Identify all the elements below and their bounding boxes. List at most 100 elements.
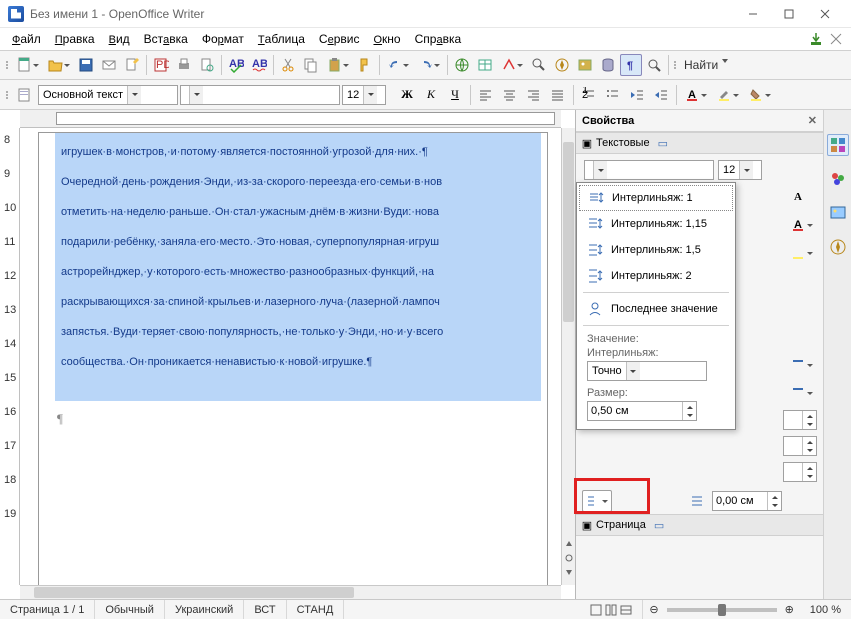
numbered-list-button[interactable]: 12 — [578, 84, 600, 106]
zoom-out-icon[interactable]: ⊖ — [649, 603, 658, 616]
align-right-button[interactable] — [523, 84, 545, 106]
selected-text[interactable]: игрушек·в·монстров,·и·потому·является·по… — [55, 133, 541, 401]
zoom-in-icon[interactable]: ⊕ — [785, 603, 794, 616]
tab-styles[interactable] — [827, 168, 849, 190]
clone-format-button[interactable] — [354, 54, 376, 76]
paste-button[interactable] — [323, 54, 353, 76]
status-style[interactable]: Обычный — [95, 600, 165, 619]
toolbar-handle[interactable] — [4, 84, 10, 106]
sidebar-fontsize-combo[interactable]: 12 — [718, 160, 762, 180]
sidebar-para-icon2[interactable] — [787, 382, 817, 404]
menu-view[interactable]: Вид — [103, 30, 136, 48]
highlight-button[interactable] — [713, 84, 743, 106]
zoom-button[interactable] — [643, 54, 665, 76]
toolbar-handle[interactable] — [4, 54, 10, 76]
spacing-2[interactable]: Интерлиньяж: 2 — [579, 263, 733, 289]
close-doc-icon[interactable] — [827, 30, 845, 48]
line-spacing-button[interactable] — [582, 490, 612, 512]
align-center-button[interactable] — [499, 84, 521, 106]
status-lang[interactable]: Украинский — [165, 600, 244, 619]
section-more-icon[interactable]: ▭ — [658, 137, 668, 150]
new-button[interactable] — [13, 54, 43, 76]
tab-navigator[interactable] — [827, 236, 849, 258]
menu-file[interactable]: Файл — [6, 30, 47, 48]
bold-button[interactable]: Ж — [396, 84, 418, 106]
close-button[interactable] — [807, 1, 843, 27]
indent-spin[interactable]: 0,00 см — [712, 491, 782, 511]
sidebar-spin3[interactable] — [783, 462, 817, 482]
spacing-mode-combo[interactable]: Точно — [587, 361, 707, 381]
align-justify-button[interactable] — [547, 84, 569, 106]
align-left-button[interactable] — [475, 84, 497, 106]
navigator-button[interactable] — [551, 54, 573, 76]
page[interactable]: игрушек·в·монстров,·и·потому·является·по… — [38, 132, 548, 595]
italic-button[interactable]: К — [420, 84, 442, 106]
decrease-indent-button[interactable] — [626, 84, 648, 106]
spellcheck-button[interactable]: ABC — [225, 54, 247, 76]
increase-indent-button[interactable] — [650, 84, 672, 106]
underline-button[interactable]: Ч — [444, 84, 466, 106]
email-button[interactable] — [98, 54, 120, 76]
para-style-combo[interactable]: Основной текст — [38, 85, 178, 105]
menu-format[interactable]: Формат — [196, 30, 250, 48]
status-page[interactable]: Страница 1 / 1 — [0, 600, 95, 619]
sidebar-font-combo[interactable] — [584, 160, 714, 180]
hyperlink-button[interactable] — [451, 54, 473, 76]
maximize-button[interactable] — [771, 1, 807, 27]
vertical-scrollbar[interactable] — [561, 128, 575, 585]
vertical-ruler[interactable]: 8 9 10 11 12 13 14 15 16 17 18 19 — [0, 128, 20, 585]
spacing-last[interactable]: Последнее значение — [579, 296, 733, 322]
draw-button[interactable] — [497, 54, 527, 76]
zoom-control[interactable]: ⊖ ⊕ — [643, 603, 799, 616]
spacing-1-5[interactable]: Интерлиньяж: 1,5 — [579, 237, 733, 263]
menu-edit[interactable]: Правка — [49, 30, 101, 48]
sidebar-bold-icon[interactable]: A — [787, 186, 809, 208]
pdf-export-button[interactable]: PDF — [150, 54, 172, 76]
find-dropdown[interactable] — [720, 54, 732, 76]
download-icon[interactable] — [807, 30, 825, 48]
minimize-button[interactable] — [735, 1, 771, 27]
preview-button[interactable] — [196, 54, 218, 76]
panel-close-icon[interactable]: ✕ — [808, 114, 817, 127]
bulleted-list-button[interactable] — [602, 84, 624, 106]
gallery-button[interactable] — [574, 54, 596, 76]
status-selmode[interactable]: СТАНД — [287, 600, 345, 619]
toolbar-handle[interactable] — [672, 54, 678, 76]
menu-insert[interactable]: Вставка — [138, 30, 194, 48]
section-more-icon[interactable]: ▭ — [654, 519, 664, 532]
spacing-1[interactable]: Интерлиньяж: 1 — [579, 185, 733, 211]
nonprint-chars-button[interactable]: ¶ — [620, 54, 642, 76]
sidebar-spin2[interactable] — [783, 436, 817, 456]
zoom-slider[interactable] — [667, 608, 777, 612]
bg-color-button[interactable] — [745, 84, 775, 106]
font-name-combo[interactable] — [180, 85, 340, 105]
copy-button[interactable] — [300, 54, 322, 76]
datasource-button[interactable] — [597, 54, 619, 76]
table-button[interactable] — [474, 54, 496, 76]
sidebar-fontcolor-button[interactable]: A — [787, 214, 817, 236]
menu-window[interactable]: Окно — [367, 30, 406, 48]
save-button[interactable] — [75, 54, 97, 76]
sidebar-highlight-button[interactable] — [787, 242, 817, 264]
styles-button[interactable] — [14, 84, 36, 106]
section-text-header[interactable]: ▣ Текстовые ▭ — [576, 132, 823, 154]
menu-table[interactable]: Таблица — [252, 30, 311, 48]
font-color-button[interactable]: A — [681, 84, 711, 106]
spacing-size-spin[interactable]: 0,50 см — [587, 401, 697, 421]
autospell-button[interactable]: ABC — [248, 54, 270, 76]
cut-button[interactable] — [277, 54, 299, 76]
sidebar-para-icon1[interactable] — [787, 354, 817, 376]
status-insert[interactable]: ВСТ — [244, 600, 286, 619]
print-button[interactable] — [173, 54, 195, 76]
horizontal-scrollbar[interactable] — [20, 585, 561, 599]
find-replace-button[interactable] — [528, 54, 550, 76]
undo-button[interactable] — [383, 54, 413, 76]
menu-tools[interactable]: Сервис — [313, 30, 366, 48]
status-view-icons[interactable] — [580, 600, 643, 619]
horizontal-ruler[interactable] — [20, 110, 561, 128]
edit-button[interactable] — [121, 54, 143, 76]
redo-button[interactable] — [414, 54, 444, 76]
zoom-label[interactable]: 100 % — [800, 600, 851, 619]
section-page-header[interactable]: ▣ Страница ▭ — [576, 514, 823, 536]
open-button[interactable] — [44, 54, 74, 76]
